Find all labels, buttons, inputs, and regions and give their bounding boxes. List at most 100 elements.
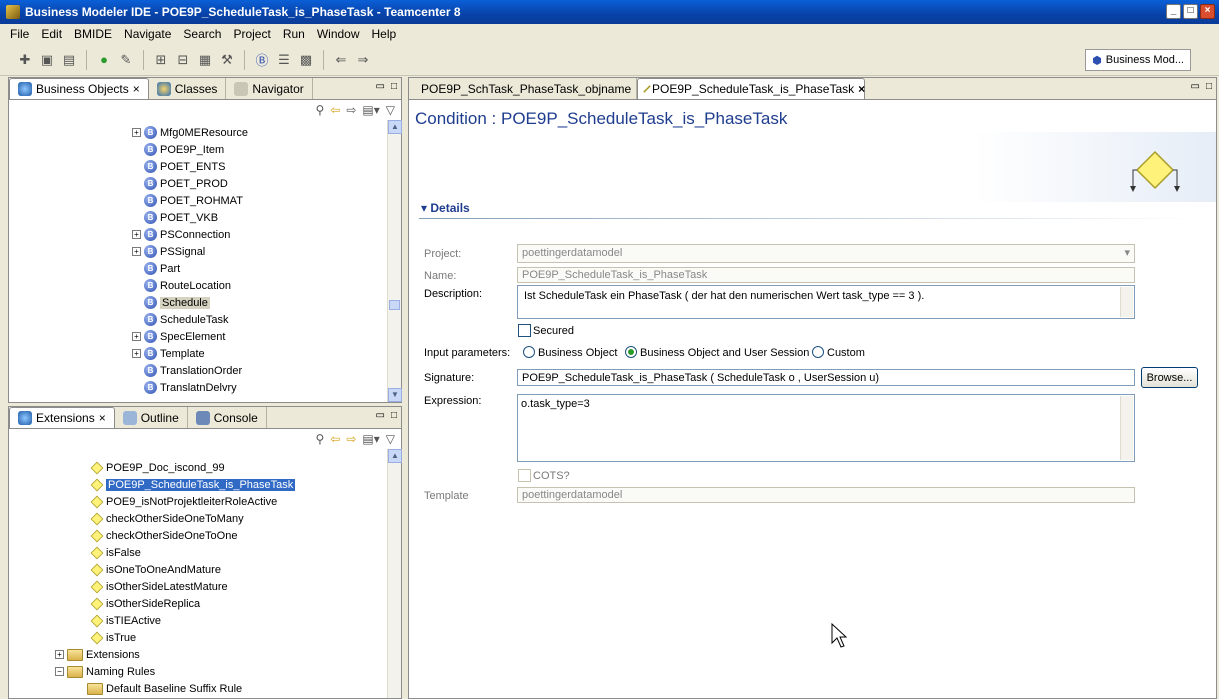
menu-bmide[interactable]: BMIDE xyxy=(68,27,118,41)
tree-item[interactable]: B TranslationOrder xyxy=(132,362,242,379)
tree-item[interactable]: isOtherSideReplica xyxy=(90,595,200,612)
tree-item[interactable]: B Part xyxy=(132,260,180,277)
tree-item[interactable]: checkOtherSideOneToMany xyxy=(90,510,244,527)
back-icon[interactable]: ⇐ xyxy=(332,51,350,69)
details-section-header[interactable]: ▾ Details xyxy=(421,201,470,215)
tree-item[interactable]: B POE9P_Item xyxy=(132,141,224,158)
tree-item[interactable]: isFalse xyxy=(90,544,141,561)
tree-item[interactable]: B POET_ROHMAT xyxy=(132,192,243,209)
forward-icon[interactable]: ⇒ xyxy=(354,51,372,69)
tree-item[interactable]: + B Mfg0MEResource xyxy=(132,124,248,141)
signature-field[interactable]: POE9P_ScheduleTask_is_PhaseTask ( Schedu… xyxy=(517,369,1135,386)
tree-item[interactable]: B Schedule xyxy=(132,294,210,311)
save-icon[interactable]: ▣ xyxy=(38,51,56,69)
maximize-view-icon[interactable]: □ xyxy=(391,410,397,421)
maximize-editor-icon[interactable]: □ xyxy=(1206,81,1212,92)
project-field[interactable]: poettingerdatamodel ▾ xyxy=(517,244,1135,263)
tree-item[interactable]: − Naming Rules xyxy=(55,663,155,680)
tree-item[interactable]: B POET_PROD xyxy=(132,175,228,192)
wrench-icon[interactable]: ⚒ xyxy=(218,51,236,69)
perspective-switcher[interactable]: ⬢ Business Mod... xyxy=(1085,49,1191,71)
radio-business-object[interactable] xyxy=(523,346,535,358)
expression-field[interactable]: o.task_type=3 xyxy=(517,394,1135,462)
minimize-view-icon[interactable]: ▭ xyxy=(376,410,385,421)
menu-window[interactable]: Window xyxy=(311,27,366,41)
deploy-icon[interactable]: ⊞ xyxy=(152,51,170,69)
minimize-view-icon[interactable]: ▭ xyxy=(376,81,385,92)
tree-item[interactable]: + B PSSignal xyxy=(132,243,205,260)
minimize-button[interactable]: _ xyxy=(1166,4,1181,19)
tree-item[interactable]: B ScheduleTask xyxy=(132,311,229,328)
tree-item[interactable]: B POET_VKB xyxy=(132,209,218,226)
link-icon[interactable]: ⚲ xyxy=(315,103,324,117)
browse-button[interactable]: Browse... xyxy=(1141,367,1198,388)
run-icon[interactable]: ● xyxy=(95,51,113,69)
forward-nav-icon[interactable]: ⇨ xyxy=(346,432,356,446)
tree-item[interactable]: isOtherSideLatestMature xyxy=(90,578,228,595)
forward-nav-icon[interactable]: ⇨ xyxy=(346,103,356,117)
close-tab-icon[interactable]: × xyxy=(99,411,106,425)
scroll-down-icon[interactable]: ▼ xyxy=(388,388,402,402)
build-icon[interactable]: ▦ xyxy=(196,51,214,69)
tree-item[interactable]: + B Template xyxy=(132,345,205,362)
back-nav-icon[interactable]: ⇦ xyxy=(330,432,340,446)
menu-search[interactable]: Search xyxy=(177,27,227,41)
scroll-up-icon[interactable]: ▲ xyxy=(388,120,402,134)
expand-icon[interactable]: + xyxy=(132,349,141,358)
tab-classes[interactable]: Classes xyxy=(149,78,227,99)
close-tab-icon[interactable]: × xyxy=(858,82,865,96)
maximize-view-icon[interactable]: □ xyxy=(391,81,397,92)
tab-business-objects[interactable]: Business Objects × xyxy=(9,78,149,99)
link-icon[interactable]: ⚲ xyxy=(315,432,324,446)
expand-icon[interactable]: + xyxy=(132,332,141,341)
expand-icon[interactable]: + xyxy=(132,128,141,137)
tree-item[interactable]: + B PSConnection xyxy=(132,226,230,243)
dropdown-icon[interactable]: ▽ xyxy=(386,103,395,117)
tree-item[interactable]: B TranslatnDelvry xyxy=(132,379,237,396)
back-nav-icon[interactable]: ⇦ xyxy=(330,103,340,117)
cots-checkbox[interactable] xyxy=(518,469,531,482)
name-field[interactable]: POE9P_ScheduleTask_is_PhaseTask xyxy=(517,267,1135,283)
radio-business-object-user-session[interactable] xyxy=(625,346,637,358)
description-field[interactable]: Ist ScheduleTask ein PhaseTask ( der hat… xyxy=(517,285,1135,319)
tree-item[interactable]: + Extensions xyxy=(55,646,140,663)
tab-outline[interactable]: Outline xyxy=(115,407,188,428)
minimize-editor-icon[interactable]: ▭ xyxy=(1191,81,1200,92)
tree-item[interactable]: isTrue xyxy=(90,629,136,646)
tree-item[interactable]: + B SpecElement xyxy=(132,328,225,345)
menu-run[interactable]: Run xyxy=(277,27,311,41)
menu-help[interactable]: Help xyxy=(366,27,403,41)
list-icon[interactable]: ☰ xyxy=(275,51,293,69)
tree-item[interactable]: isTIEActive xyxy=(90,612,161,629)
scroll-up-icon[interactable]: ▲ xyxy=(388,449,402,463)
tree-item[interactable]: checkOtherSideOneToOne xyxy=(90,527,237,544)
chevron-down-icon[interactable]: ▾ xyxy=(1124,246,1130,259)
expression-scrollbar[interactable] xyxy=(1120,396,1133,460)
view-menu-icon[interactable]: ▤▾ xyxy=(362,432,379,446)
dropdown-icon[interactable]: ▽ xyxy=(386,432,395,446)
tree-item[interactable]: B RouteLocation xyxy=(132,277,231,294)
radio-custom[interactable] xyxy=(812,346,824,358)
tab-navigator[interactable]: Navigator xyxy=(226,78,313,99)
tree-item[interactable]: POE9_isNotProjektleiterRoleActive xyxy=(90,493,277,510)
scroll-thumb[interactable] xyxy=(389,300,400,310)
menu-file[interactable]: File xyxy=(4,27,35,41)
new-icon[interactable]: ✚ xyxy=(16,51,34,69)
expand-icon[interactable]: + xyxy=(55,650,64,659)
print-icon[interactable]: ▤ xyxy=(60,51,78,69)
tree-item[interactable]: POE9P_ScheduleTask_is_PhaseTask xyxy=(90,476,296,493)
expand-icon[interactable]: + xyxy=(132,230,141,239)
tree-item[interactable]: B POET_ENTS xyxy=(132,158,225,175)
menu-edit[interactable]: Edit xyxy=(35,27,68,41)
tab-condition-editor[interactable]: POE9P_ScheduleTask_is_PhaseTask × xyxy=(637,78,865,99)
vertical-scrollbar[interactable]: ▲ xyxy=(387,449,402,698)
maximize-button[interactable]: □ xyxy=(1183,4,1198,19)
menu-navigate[interactable]: Navigate xyxy=(118,27,177,41)
tree-item[interactable]: Default Baseline Suffix Rule xyxy=(75,680,242,697)
vertical-scrollbar[interactable]: ▲ ▼ xyxy=(387,120,402,402)
tab-extensions[interactable]: Extensions × xyxy=(9,407,115,428)
tree-item[interactable]: isOneToOneAndMature xyxy=(90,561,221,578)
expand-icon[interactable]: − xyxy=(55,667,64,676)
secured-checkbox[interactable] xyxy=(518,324,531,337)
expand-icon[interactable]: + xyxy=(132,247,141,256)
